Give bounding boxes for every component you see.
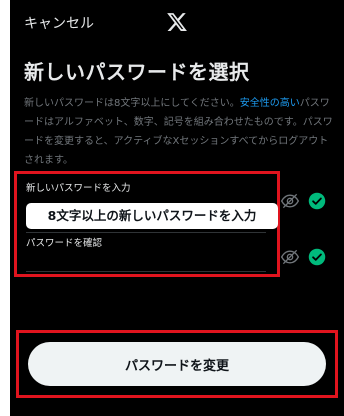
secure-password-link[interactable]: 安全性の高い — [240, 98, 300, 109]
description-part-1: 新しいパスワードは8文字以上にしてください。 — [24, 98, 240, 109]
new-password-underline — [26, 232, 266, 233]
eye-off-icon[interactable] — [280, 191, 300, 211]
cancel-button[interactable]: キャンセル — [24, 13, 94, 33]
eye-off-icon[interactable] — [280, 247, 300, 267]
x-logo-icon — [167, 13, 187, 31]
check-circle-icon — [308, 192, 326, 210]
top-bar: キャンセル — [10, 0, 344, 46]
check-circle-icon — [308, 248, 326, 266]
page-title: 新しいパスワードを選択 — [24, 60, 250, 84]
description-text: 新しいパスワードは8文字以上にしてください。安全性の高いパスワードはアルファベッ… — [24, 94, 336, 170]
annotation-label: 8文字以上の新しいパスワードを入力 — [26, 203, 278, 229]
new-password-label: 新しいパスワードを入力 — [26, 183, 131, 194]
confirm-password-input[interactable] — [26, 247, 266, 267]
password-reset-screen: キャンセル 新しいパスワードを選択 新しいパスワードは8文字以上にしてください。… — [10, 0, 344, 416]
confirm-password-underline — [26, 271, 266, 272]
change-password-button[interactable]: パスワードを変更 — [28, 342, 326, 386]
